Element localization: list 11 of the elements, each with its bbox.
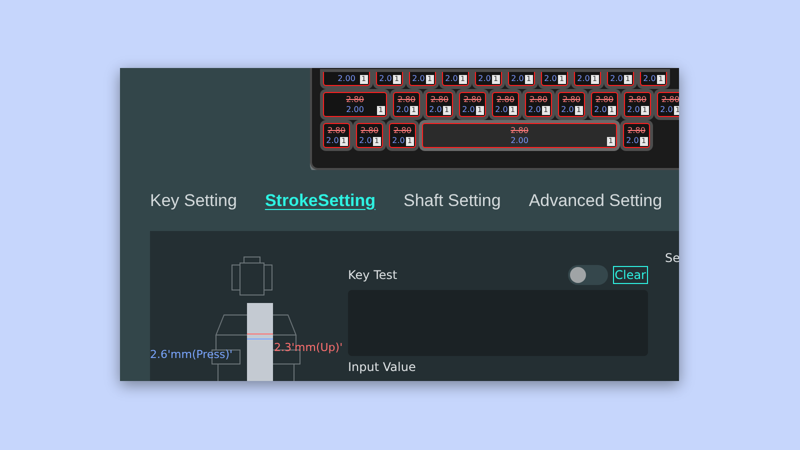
tab[interactable]: Advanced Setting — [528, 190, 662, 210]
tab[interactable]: StrokeSetting — [264, 190, 376, 210]
key-test-toggle[interactable] — [568, 265, 608, 285]
input-value-label: Input Value — [348, 360, 417, 374]
key-test-label: Key Test — [348, 268, 398, 282]
tab[interactable]: Shaft Setting — [403, 190, 501, 210]
clear-button[interactable]: Clear — [612, 266, 648, 284]
press-travel-label: 2.6'mm(Press)' — [150, 348, 233, 361]
release-travel-label: 2.3'mm(Up)' — [274, 341, 343, 354]
tab[interactable]: Key Setting — [150, 190, 237, 210]
settings-label: Se — [665, 251, 679, 267]
